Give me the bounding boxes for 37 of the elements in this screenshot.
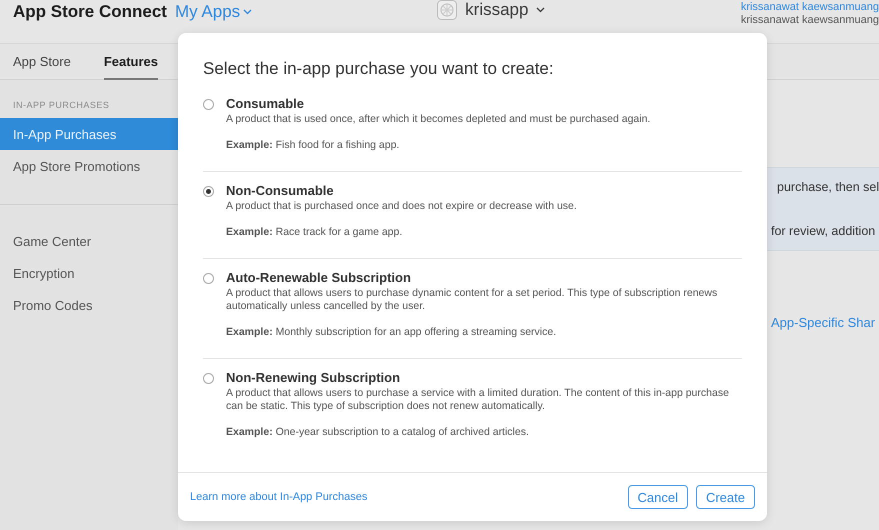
option-description: A product that is used once, after which it becomes depleted and must be purchased again.: [226, 113, 650, 126]
option-example: Example: Fish food for a fishing app.: [226, 139, 400, 151]
my-apps-menu[interactable]: My Apps: [174, 2, 252, 22]
chevron-down-icon: [243, 9, 252, 15]
user-team: krissanawat kaewsanmuang: [740, 14, 879, 27]
sidebar-item[interactable]: Encryption: [0, 257, 178, 289]
option-example: Example: Race track for a game app.: [226, 226, 404, 238]
cancel-button[interactable]: Cancel: [628, 485, 688, 509]
app-switcher[interactable]: krissapp: [437, 0, 546, 20]
option-name: Auto-Renewable Subscription: [226, 270, 412, 285]
user-name[interactable]: krissanawat kaewsanmuang: [740, 1, 879, 14]
radio-button[interactable]: [203, 186, 214, 197]
option-description: A product that allows users to purchase a service with a limited duration. The content of this in-app purchase can be static. This type of subscription does not renew automatically.: [226, 387, 730, 413]
chevron-down-icon: [536, 7, 546, 13]
tab[interactable]: App Store: [13, 44, 71, 80]
learn-more-link[interactable]: Learn more about In-App Purchases: [190, 491, 368, 503]
sidebar-item[interactable]: In-App Purchases: [0, 118, 178, 150]
radio-button[interactable]: [203, 99, 214, 110]
shared-secret-link[interactable]: App-Specific Shar: [771, 315, 876, 330]
option-description: A product that allows users to purchase dynamic content for a set period. This type of subscription renews automatically unless cancelled by the user.: [226, 287, 718, 313]
sidebar-item[interactable]: Promo Codes: [0, 289, 178, 321]
sidebar-item[interactable]: App Store Promotions: [0, 150, 178, 182]
option-description: A product that is purchased once and does not expire or decrease with use.: [226, 200, 577, 213]
option-example: Example: One-year subscription to a catalog of archived articles.: [226, 426, 530, 438]
dialog-title: Select the in-app purchase you want to create:: [202, 58, 555, 80]
radio-button[interactable]: [203, 273, 214, 284]
brand-title: App Store Connect: [13, 2, 167, 22]
sidebar-item[interactable]: Game Center: [0, 225, 178, 257]
option-name: Consumable: [226, 96, 306, 111]
info-text: purchase, then sel: [777, 180, 879, 194]
radio-button[interactable]: [203, 373, 214, 384]
option-name: Non-Consumable: [226, 183, 335, 198]
option-example: Example: Monthly subscription for an app offering a streaming service.: [226, 326, 558, 338]
section-heading: IN-APP PURCHASES: [12, 100, 110, 112]
option-name: Non-Renewing Subscription: [226, 370, 402, 385]
info-text: for review, addition: [771, 224, 876, 238]
create-button[interactable]: Create: [696, 485, 755, 509]
